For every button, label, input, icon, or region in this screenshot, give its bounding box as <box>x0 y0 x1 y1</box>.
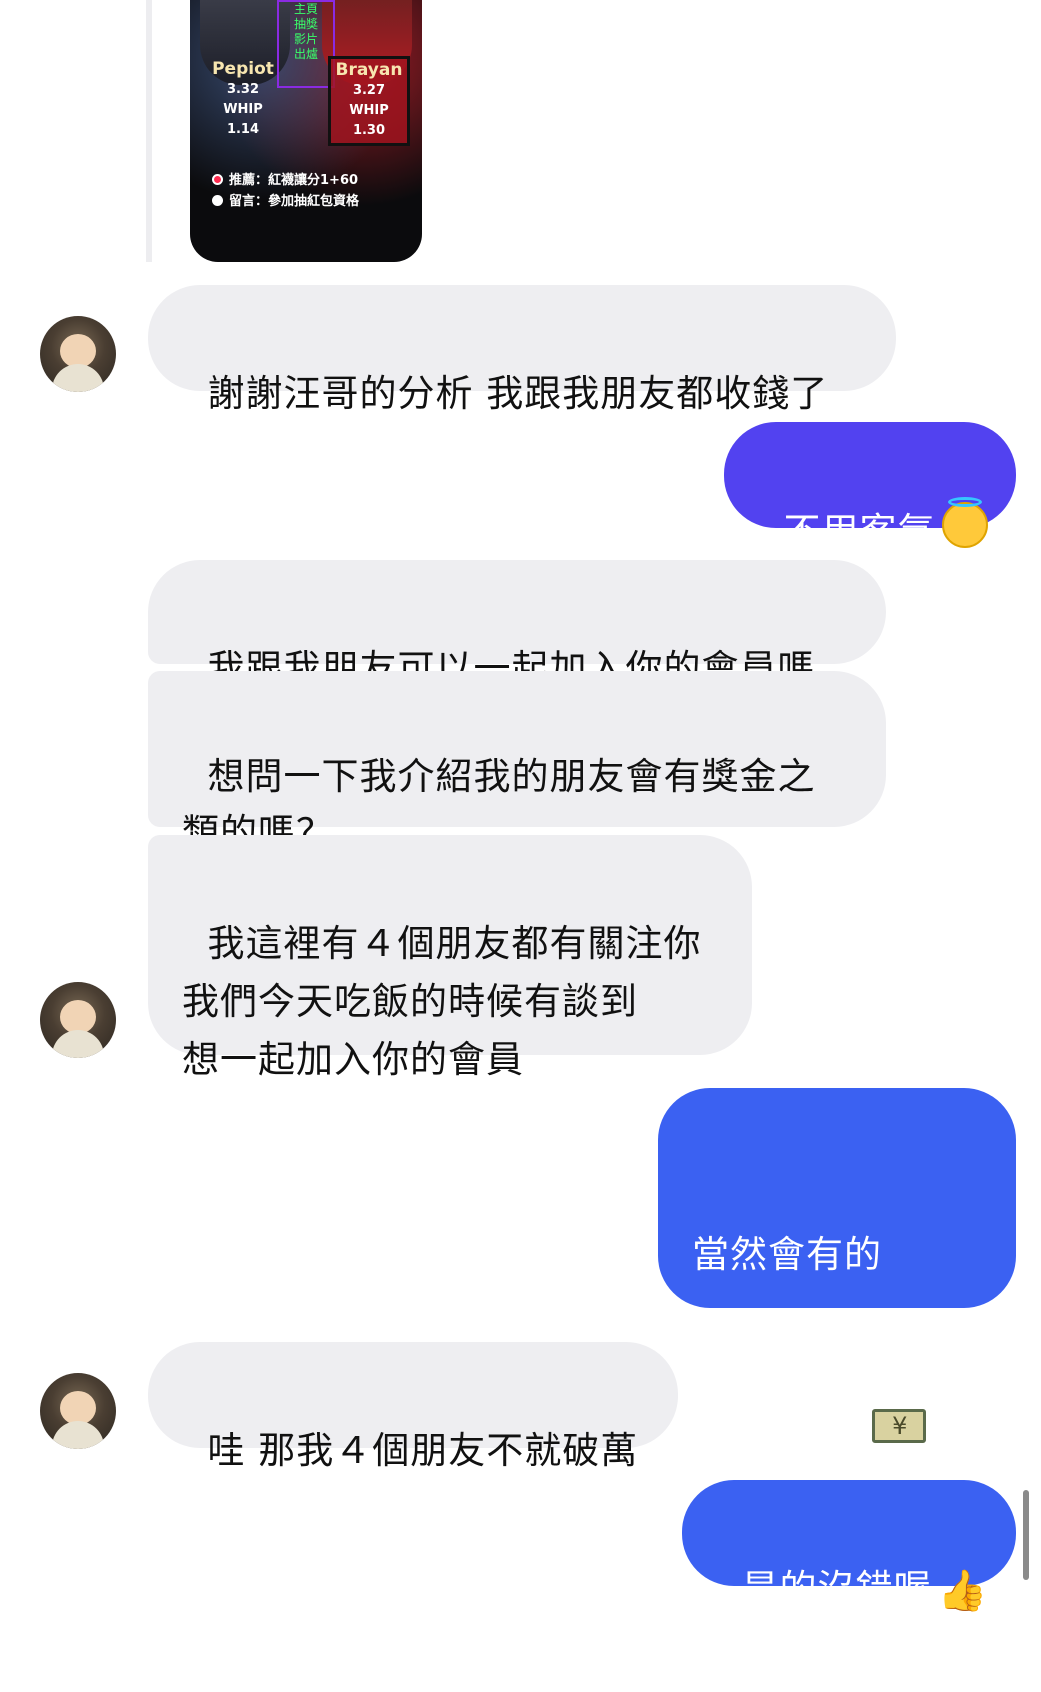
caption-line: 留言：參加抽紅包資格 <box>212 191 359 212</box>
player-era: 3.27 <box>352 83 386 98</box>
caption-line: 推薦：紅襪讓分1+60 <box>212 170 359 191</box>
smiling-face-with-halo-icon <box>941 497 988 565</box>
message-bubble-outgoing[interactable]: 不用客氣 <box>724 422 1016 553</box>
contact-avatar[interactable] <box>40 1373 116 1449</box>
target-icon <box>212 174 223 185</box>
avatar-body <box>52 364 104 392</box>
quoted-message-bar <box>146 0 152 262</box>
player-era: 3.32 <box>226 82 260 97</box>
message-text: 哇 那我４個朋友不就破萬 <box>207 1429 639 1472</box>
whip-label: WHIP <box>223 102 263 117</box>
message-bubble-incoming[interactable]: 想問一下我介紹我的朋友會有獎金之 類的嗎？ <box>148 671 886 854</box>
image-caption: 推薦：紅襪讓分1+60 留言：參加抽紅包資格 <box>212 170 359 212</box>
whip-label: WHIP <box>349 103 389 118</box>
message-bubble-outgoing[interactable]: 當然會有的 一位3000 介紹越多拿更多 <box>658 1088 1016 1626</box>
message-text: 是的沒錯喔 <box>741 1567 932 1610</box>
message-text-line: 一位3000 <box>692 1400 982 1460</box>
message-text: 不用客氣 <box>783 510 936 553</box>
thumbs-up-icon: 👍 <box>937 1567 989 1614</box>
message-bubble-incoming[interactable]: 謝謝汪哥的分析 我跟我朋友都收錢了 <box>148 285 896 415</box>
player-name: Pepiot <box>212 59 274 79</box>
player-whip: 1.30 <box>352 123 386 138</box>
money-bill-icon <box>872 1402 927 1460</box>
message-bubble-outgoing[interactable]: 是的沒錯喔 👍 <box>682 1480 1016 1611</box>
avatar-body <box>52 1421 104 1449</box>
left-player-stats: Pepiot 3.32 WHIP 1.14 <box>202 58 284 140</box>
message-text: 我這裡有４個朋友都有關注你 我們今天吃飯的時候有談到 想一起加入你的會員 <box>182 922 702 1081</box>
center-label-line: 影片 <box>293 32 318 46</box>
avatar-face <box>60 334 96 368</box>
center-label-line: 出爐 <box>293 47 318 61</box>
speech-bubble-icon <box>212 195 223 206</box>
player-name: Brayan <box>335 60 403 80</box>
avatar-face <box>60 1391 96 1425</box>
center-label-line: 抽獎 <box>293 17 318 31</box>
contact-avatar[interactable] <box>40 316 116 392</box>
message-text: 謝謝汪哥的分析 我跟我朋友都收錢了 <box>207 372 829 415</box>
center-label-box: 主頁 抽獎 影片 出爐 <box>277 0 335 88</box>
contact-avatar[interactable] <box>40 982 116 1058</box>
message-bubble-incoming[interactable]: 我跟我朋友可以一起加入你的會員嗎 <box>148 560 886 690</box>
message-bubble-incoming[interactable]: 哇 那我４個朋友不就破萬 <box>148 1342 678 1472</box>
right-player-stats: Brayan 3.27 WHIP 1.30 <box>328 56 410 146</box>
avatar-face <box>60 1000 96 1034</box>
scrollbar-thumb[interactable] <box>1023 1490 1029 1580</box>
message-bubble-incoming[interactable]: 我這裡有４個朋友都有關注你 我們今天吃飯的時候有談到 想一起加入你的會員 <box>148 835 752 1081</box>
avatar-body <box>52 1030 104 1058</box>
player-whip: 1.14 <box>226 122 260 137</box>
center-label-line: 主頁 <box>293 2 318 16</box>
message-text-line: 當然會有的 <box>692 1233 882 1276</box>
shared-image[interactable]: 主頁 抽獎 影片 出爐 Pepiot 3.32 WHIP 1.14 Brayan… <box>190 0 422 262</box>
